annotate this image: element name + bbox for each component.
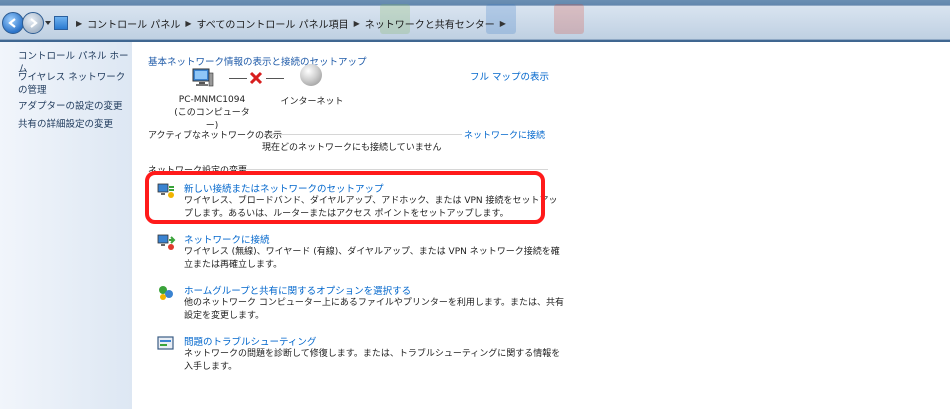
- internet-globe-icon[interactable]: [300, 64, 322, 86]
- breadcrumb-network-center[interactable]: ネットワークと共有センター: [365, 16, 495, 31]
- sidebar-item-advanced-sharing[interactable]: 共有の詳細設定の変更: [18, 118, 130, 131]
- network-connect-icon: [157, 234, 176, 250]
- network-link-line: [229, 78, 247, 79]
- main-content: 基本ネットワーク情報の表示と接続のセットアップ フル マップの表示 PC-MNM…: [132, 42, 950, 409]
- back-button[interactable]: [2, 12, 24, 34]
- divider: [228, 169, 548, 170]
- connect-to-network-link[interactable]: ネットワークに接続: [464, 128, 545, 141]
- troubleshoot-icon: [157, 336, 174, 350]
- left-nav-pane: コントロール パネル ホーム ワイヤレス ネットワークの管理 アダプターの設定の…: [0, 42, 132, 409]
- divider: [268, 134, 462, 135]
- sidebar-item-adapter-settings[interactable]: アダプターの設定の変更: [18, 100, 130, 113]
- back-arrow-icon: [8, 18, 16, 28]
- disconnected-x-icon: [249, 71, 263, 85]
- breadcrumb-all-items[interactable]: すべてのコントロール パネル項目: [197, 16, 349, 31]
- breadcrumb-separator-icon[interactable]: ▶: [76, 19, 82, 28]
- network-link-line: [266, 78, 284, 79]
- forward-arrow-icon: [30, 18, 38, 28]
- history-dropdown-icon[interactable]: [44, 19, 52, 27]
- computer-name-text: PC-MNMC1094: [178, 95, 246, 105]
- control-panel-icon: [54, 16, 68, 30]
- internet-label: インターネット: [280, 97, 344, 107]
- breadcrumb-control-panel[interactable]: コントロール パネル: [87, 16, 180, 31]
- task-title-troubleshoot[interactable]: 問題のトラブルシューティング: [184, 334, 316, 348]
- no-connection-status: 現在どのネットワークにも接続していません: [262, 143, 442, 153]
- full-map-link[interactable]: フル マップの表示: [470, 69, 549, 83]
- computer-icon[interactable]: [192, 68, 214, 88]
- forward-button[interactable]: [22, 12, 44, 34]
- task-description: 他のネットワーク コンピューター上にあるファイルやプリンターを利用します。または…: [184, 298, 564, 321]
- task-title-connect-network[interactable]: ネットワークに接続: [184, 232, 270, 246]
- task-description: ワイヤレス (無線)、ワイヤード (有線)、ダイヤルアップ、または VPN ネッ…: [184, 247, 560, 270]
- breadcrumb: ▶ コントロール パネル ▶ すべてのコントロール パネル項目 ▶ ネットワーク…: [54, 13, 511, 33]
- taskbar-app-icon: [554, 4, 584, 34]
- sidebar-item-manage-wireless[interactable]: ワイヤレス ネットワークの管理: [18, 71, 130, 97]
- task-title-homegroup[interactable]: ホームグループと共有に関するオプションを選択する: [184, 283, 411, 297]
- task-description: ネットワークの問題を診断して修復します。または、トラブルシューティングに関する情…: [184, 349, 561, 372]
- page-title: 基本ネットワーク情報の表示と接続のセットアップ: [148, 57, 367, 68]
- breadcrumb-separator-icon[interactable]: ▶: [500, 19, 506, 28]
- highlight-annotation: [145, 171, 545, 224]
- breadcrumb-separator-icon[interactable]: ▶: [185, 19, 191, 28]
- address-bar: ▶ コントロール パネル ▶ すべてのコントロール パネル項目 ▶ ネットワーク…: [0, 0, 950, 42]
- breadcrumb-separator-icon[interactable]: ▶: [354, 19, 360, 28]
- homegroup-icon: [159, 286, 173, 300]
